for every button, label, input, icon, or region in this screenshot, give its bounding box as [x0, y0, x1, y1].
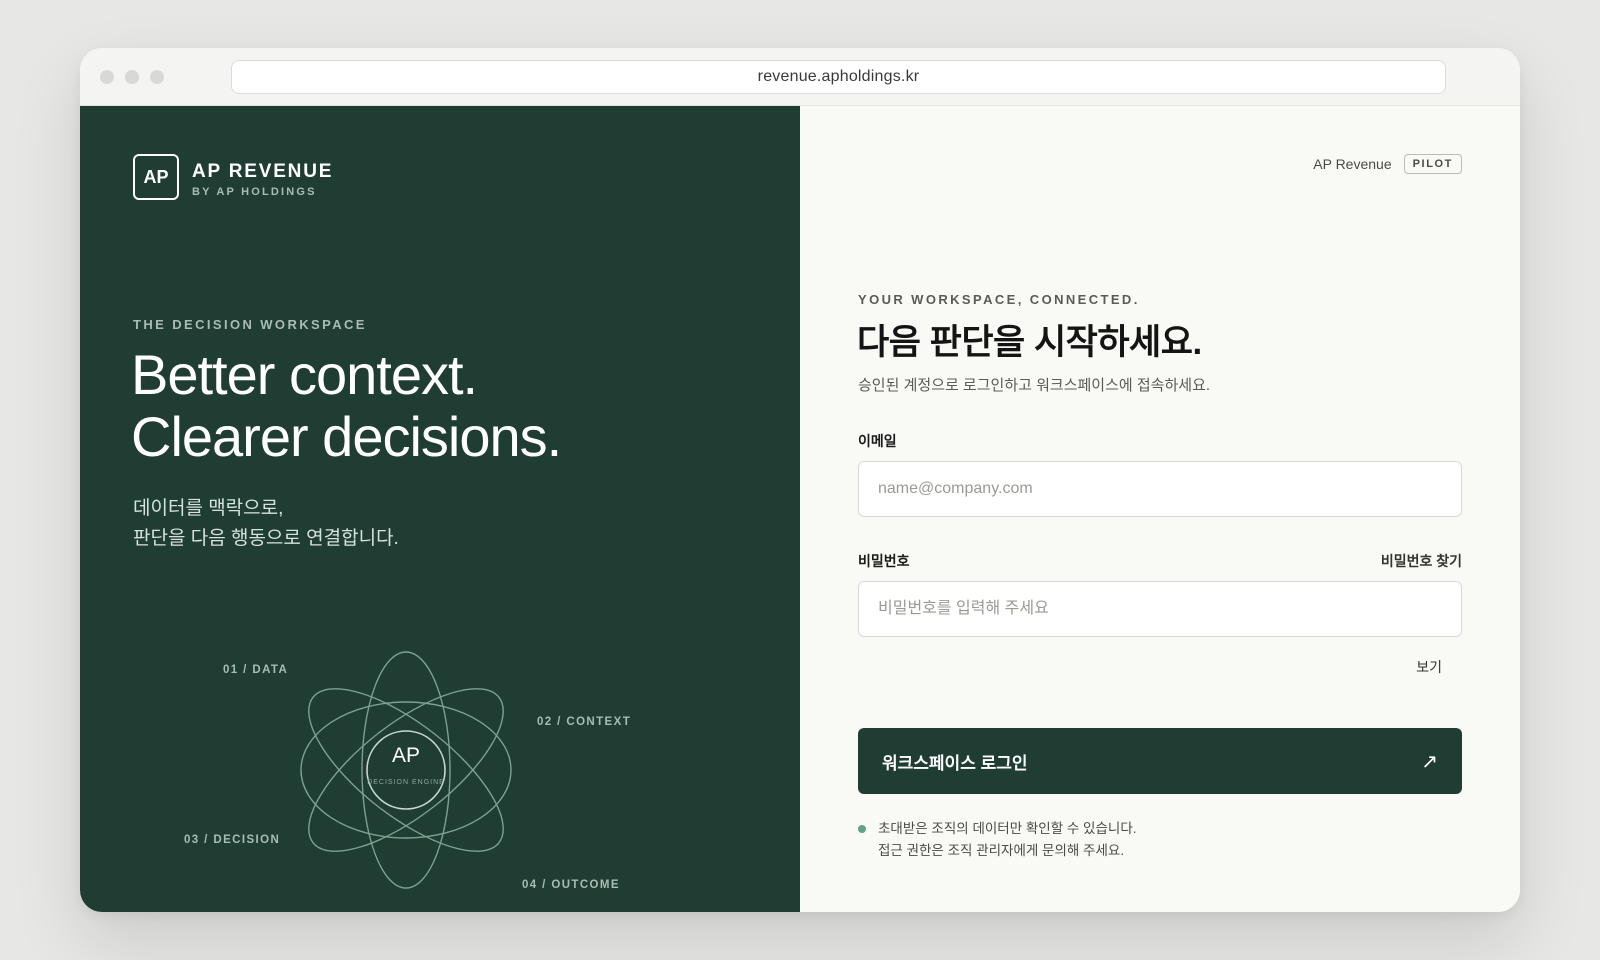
password-label: 비밀번호 — [858, 553, 910, 569]
core-label: AP — [391, 744, 420, 767]
show-password-toggle[interactable]: 보기 — [1416, 657, 1442, 677]
browser-window: revenue.apholdings.kr AP AP REVENUE BY A… — [80, 48, 1520, 912]
access-note: 초대받은 조직의 데이터만 확인할 수 있습니다. 접근 권한은 조직 관리자에… — [858, 818, 1136, 862]
address-bar[interactable]: revenue.apholdings.kr — [231, 60, 1446, 94]
orbit-diagram — [300, 651, 512, 889]
arrow-up-right-icon: ↗ — [1421, 750, 1438, 773]
core-sublabel: DECISION ENGINE — [367, 779, 445, 786]
login-panel: AP Revenue PILOT YOUR WORKSPACE, CONNECT… — [800, 106, 1520, 912]
diagram-label-decision: 03 / DECISION — [184, 834, 281, 846]
email-field[interactable] — [858, 461, 1462, 517]
login-title: 다음 판단을 시작하세요. — [857, 323, 1202, 362]
login-button-label: 워크스페이스 로그인 — [882, 753, 1028, 773]
browser-chrome: revenue.apholdings.kr — [80, 48, 1520, 106]
email-label: 이메일 — [858, 433, 897, 449]
product-name: AP Revenue — [1313, 156, 1392, 172]
note-line-2: 접근 권한은 조직 관리자에게 문의해 주세요. — [878, 843, 1125, 858]
login-eyebrow: YOUR WORKSPACE, CONNECTED. — [858, 292, 1140, 307]
orbit-vertical — [361, 651, 451, 889]
orbit-diagonal-2 — [308, 688, 504, 852]
login-subtitle: 승인된 계정으로 로그인하고 워크스페이스에 접속하세요. — [858, 377, 1211, 394]
status-dot-icon — [858, 825, 866, 833]
orbit-horizontal — [300, 701, 512, 839]
login-button[interactable]: 워크스페이스 로그인 ↗ — [858, 728, 1462, 794]
pilot-badge: PILOT — [1403, 154, 1462, 174]
password-field[interactable] — [858, 581, 1462, 637]
window-close-dot[interactable] — [100, 70, 114, 84]
diagram-label-outcome: 04 / OUTCOME — [522, 879, 620, 891]
orbit-diagonal-1 — [308, 688, 504, 852]
diagram-label-context: 02 / CONTEXT — [537, 716, 632, 728]
window-minimize-dot[interactable] — [125, 70, 139, 84]
core-circle — [366, 730, 446, 810]
note-line-1: 초대받은 조직의 데이터만 확인할 수 있습니다. — [878, 821, 1137, 836]
brand-panel: AP AP REVENUE BY AP HOLDINGS THE DECISIO… — [80, 106, 800, 912]
diagram-label-data: 01 / DATA — [223, 664, 289, 676]
product-tag: AP Revenue PILOT — [1313, 154, 1462, 174]
window-maximize-dot[interactable] — [150, 70, 164, 84]
forgot-password-link[interactable]: 비밀번호 찾기 — [1381, 551, 1462, 571]
